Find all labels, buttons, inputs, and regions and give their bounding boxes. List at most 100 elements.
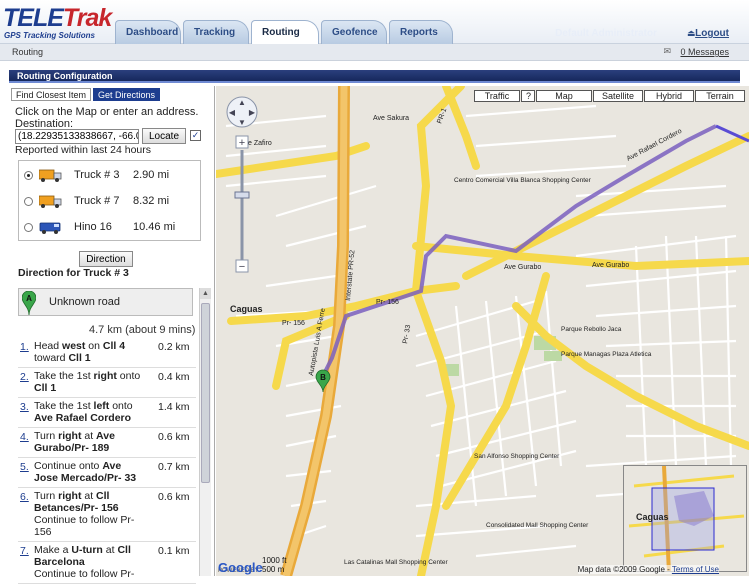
zoom-control[interactable]: ▲ ▼ ◀ ▶ + − <box>224 94 260 286</box>
step-number[interactable]: 7. <box>20 545 29 557</box>
route-summary: 4.7 km (about 9 mins) <box>89 324 196 336</box>
scroll-up-icon[interactable]: ▲ <box>200 288 211 299</box>
zoom-out-icon: − <box>239 261 245 273</box>
truck-icon <box>39 195 62 208</box>
tab-reports[interactable]: Reports <box>389 20 453 44</box>
step-distance: 0.6 km <box>158 491 190 503</box>
vehicle-radio[interactable] <box>24 223 33 232</box>
tab-get-directions[interactable]: Get Directions <box>93 88 161 101</box>
overview-map[interactable]: Caguas <box>623 465 747 572</box>
step-distance: 0.2 km <box>158 341 190 353</box>
main-tabs: Dashboard Tracking Routing Geofence Repo… <box>115 20 455 45</box>
tab-dashboard[interactable]: Dashboard <box>115 20 181 44</box>
vehicle-radio[interactable] <box>24 171 33 180</box>
tab-routing[interactable]: Routing <box>251 20 319 45</box>
step-instruction: Head west on Cll 4 toward Cll 1 <box>34 340 126 364</box>
direction-step[interactable]: 4. Turn right at Ave Gurabo/Pr- 189 0.6 km <box>18 428 196 458</box>
vehicle-radio[interactable] <box>24 197 33 206</box>
vehicle-row[interactable]: Truck # 7 8.32 mi <box>19 189 202 214</box>
panel-title: Routing Configuration <box>9 70 740 83</box>
start-location: Unknown road <box>49 296 120 308</box>
messages-link[interactable]: 0 Messages <box>680 47 729 57</box>
direction-heading: Direction for Truck # 3 <box>18 267 129 279</box>
svg-text:Parque Managas Plaza Atletica: Parque Managas Plaza Atletica <box>561 351 652 358</box>
tab-find-closest[interactable]: Find Closest Item <box>11 88 92 101</box>
pan-right-icon: ▶ <box>249 108 256 117</box>
map-type-hybrid[interactable]: Hybrid <box>644 90 694 102</box>
google-logo: Google <box>218 560 263 575</box>
destination-hint: Click on the Map or enter an address. De… <box>15 106 199 130</box>
vehicle-distance: 2.90 mi <box>133 169 170 181</box>
direction-step[interactable]: 1. Head west on Cll 4 toward Cll 1 0.2 km <box>18 338 196 368</box>
pan-down-icon: ▼ <box>238 118 246 127</box>
svg-text:B: B <box>320 373 326 382</box>
traffic-button[interactable]: Traffic <box>474 90 520 102</box>
breadcrumb: Routing <box>12 47 44 57</box>
step-instruction: Take the 1st right onto Cll 1 <box>34 370 141 394</box>
step-number[interactable]: 2. <box>20 371 29 383</box>
tab-tracking[interactable]: Tracking <box>183 20 249 44</box>
direction-step[interactable]: 7. Make a U-turn at Cll Barcelona Continue… <box>18 542 196 584</box>
map-type-terrain[interactable]: Terrain <box>695 90 745 102</box>
svg-text:Centro Comercial Villa Blanca: Centro Comercial Villa Blanca Shopping C… <box>454 177 592 184</box>
marker-a-icon: A <box>22 291 36 315</box>
step-instruction: Continue onto Ave Jose Mercado/Pr- 33 <box>34 460 137 484</box>
svg-text:Consolidated Mall Shopping Cen: Consolidated Mall Shopping Center <box>486 522 589 529</box>
direction-button[interactable]: Direction <box>79 251 133 267</box>
map-type-satellite[interactable]: Satellite <box>593 90 643 102</box>
messages-icon[interactable]: ✉ <box>663 46 671 57</box>
svg-text:Caguas: Caguas <box>230 304 263 314</box>
direction-step[interactable]: 2. Take the 1st right onto Cll 1 0.4 km <box>18 368 196 398</box>
vehicle-distance: 10.46 mi <box>133 221 176 233</box>
step-number[interactable]: 6. <box>20 491 29 503</box>
brand-logo: TELETrak <box>3 4 112 32</box>
step-number[interactable]: 3. <box>20 401 29 413</box>
direction-step[interactable]: 6. Turn right at Cll Betances/Pr- 156 Cont… <box>18 488 196 542</box>
tab-geofence[interactable]: Geofence <box>321 20 387 44</box>
map-scale: 1000 ft 500 m <box>262 556 287 574</box>
step-instruction: Take the 1st left onto Ave Rafael Corder… <box>34 400 133 424</box>
pan-up-icon: ▲ <box>238 98 246 107</box>
direction-step[interactable]: 5. Continue onto Ave Jose Mercado/Pr- 33 0… <box>18 458 196 488</box>
logout-link[interactable]: Logout <box>695 28 729 39</box>
direction-step[interactable]: 3. Take the 1st left onto Ave Rafael Cord… <box>18 398 196 428</box>
svg-text:A: A <box>26 294 32 303</box>
step-distance: 0.1 km <box>158 545 190 557</box>
route-start: A Unknown road <box>18 288 193 316</box>
map-view[interactable]: Caguas Ave Zafiro Ave Sakura Ave Gurabo … <box>216 86 749 576</box>
svg-text:San Alfonso Shopping Center: San Alfonso Shopping Center <box>474 453 560 460</box>
routing-panel: Find Closest Item Get Directions Click o… <box>9 86 215 584</box>
map-attribution: Map data ©2009 Google - Terms of Use <box>577 565 719 574</box>
step-number[interactable]: 5. <box>20 461 29 473</box>
step-instruction: Turn right at Ave Gurabo/Pr- 189 <box>34 430 115 454</box>
locate-checkbox[interactable]: ✓ <box>190 130 201 141</box>
zoom-in-icon: + <box>239 137 245 149</box>
map-type-map[interactable]: Map <box>536 90 592 102</box>
svg-text:Ave Sakura: Ave Sakura <box>373 115 409 122</box>
destination-input[interactable] <box>15 129 139 144</box>
vehicle-row[interactable]: Truck # 3 2.90 mi <box>19 163 202 188</box>
truck-icon <box>39 169 62 182</box>
locate-button[interactable]: Locate <box>142 128 186 144</box>
directions-list: 1. Head west on Cll 4 toward Cll 1 0.2 km 2… <box>18 338 196 584</box>
traffic-help-button[interactable]: ? <box>521 90 535 102</box>
vehicle-name: Hino 16 <box>74 221 112 233</box>
vehicle-name: Truck # 7 <box>74 195 120 207</box>
svg-text:Ave Gurabo: Ave Gurabo <box>592 262 629 269</box>
step-distance: 1.4 km <box>158 401 190 413</box>
vehicle-row[interactable]: Hino 16 10.46 mi <box>19 215 202 240</box>
scroll-thumb[interactable] <box>201 303 210 483</box>
pan-left-icon: ◀ <box>229 108 236 117</box>
vehicle-distance: 8.32 mi <box>133 195 170 207</box>
user-name: Default Administrator <box>555 28 657 39</box>
step-number[interactable]: 1. <box>20 341 29 353</box>
routing-tabs: Find Closest Item Get Directions <box>11 88 162 101</box>
step-instruction: Make a U-turn at Cll Barcelona Continue t… <box>34 544 135 580</box>
terms-link[interactable]: Terms of Use <box>672 565 719 574</box>
svg-text:Parque Rebollo Jaca: Parque Rebollo Jaca <box>561 326 622 333</box>
breadcrumb-bar: Routing ✉ 0 Messages <box>0 44 749 61</box>
brand-tagline: GPS Tracking Solutions <box>4 31 95 40</box>
step-number[interactable]: 4. <box>20 431 29 443</box>
svg-text:Pr- 156: Pr- 156 <box>282 320 305 327</box>
directions-scrollbar[interactable]: ▲ <box>199 288 211 576</box>
